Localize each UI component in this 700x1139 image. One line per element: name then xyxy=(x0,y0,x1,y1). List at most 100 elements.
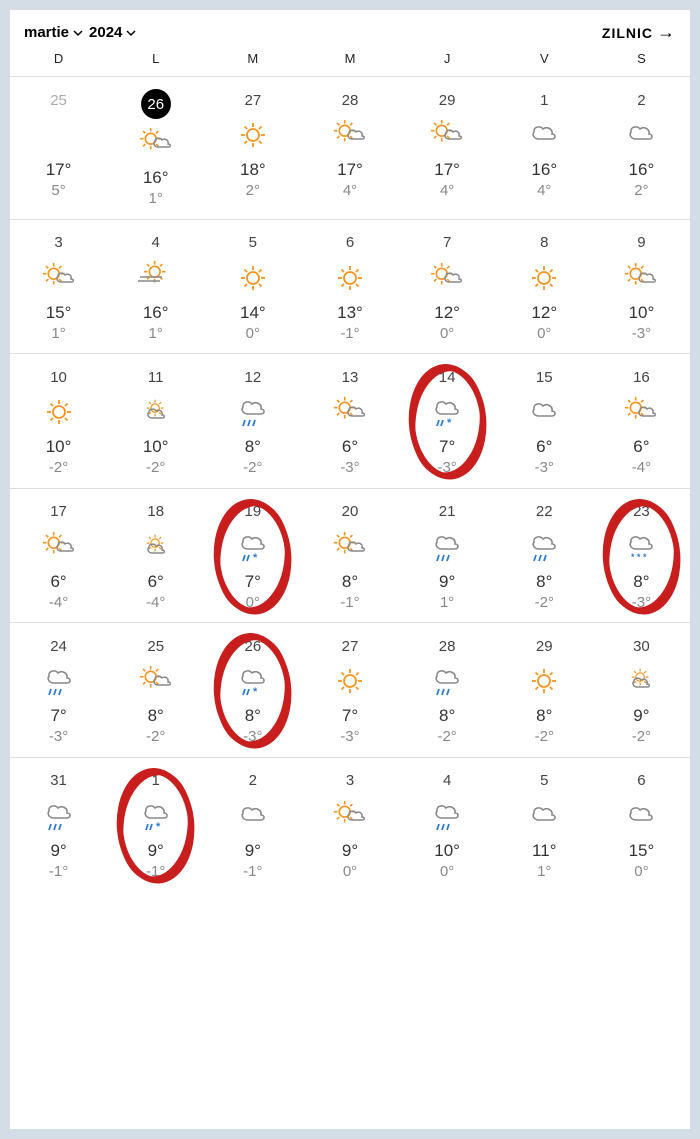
low-temp: 0° xyxy=(401,862,494,882)
temps: 15°0° xyxy=(595,840,688,882)
day-cell[interactable]: 319°-1° xyxy=(10,770,107,882)
high-temp: 17° xyxy=(303,159,396,181)
high-temp: 7° xyxy=(12,705,105,727)
day-cell[interactable]: 1*9°-1° xyxy=(107,770,204,882)
calendar: martie 2024 ZILNIC → DLMMJVS 2517°5°2616… xyxy=(10,10,690,1129)
low-temp: 4° xyxy=(303,181,396,201)
day-cell[interactable]: 166°-4° xyxy=(593,366,690,478)
svg-text:*: * xyxy=(253,552,258,564)
weather-icon xyxy=(303,260,396,296)
day-number: 22 xyxy=(498,501,591,523)
day-cell[interactable]: 39°0° xyxy=(301,770,398,882)
low-temp: -3° xyxy=(595,324,688,344)
day-cell[interactable]: 2718°2° xyxy=(204,89,301,209)
day-cell[interactable]: 298°-2° xyxy=(496,635,593,747)
high-temp: 11° xyxy=(498,840,591,862)
day-cell[interactable]: 410°0° xyxy=(399,770,496,882)
day-cell[interactable]: 14*7°-3° xyxy=(399,366,496,478)
day-cell[interactable]: 29°-1° xyxy=(204,770,301,882)
day-number: 14 xyxy=(401,366,494,388)
day-cell[interactable]: 416°1° xyxy=(107,232,204,344)
svg-text:*: * xyxy=(637,552,641,562)
day-cell[interactable]: 247°-3° xyxy=(10,635,107,747)
high-temp: 8° xyxy=(109,705,202,727)
weather-icon xyxy=(206,117,299,153)
day-cell[interactable]: 2817°4° xyxy=(301,89,398,209)
day-cell[interactable]: 514°0° xyxy=(204,232,301,344)
weather-icon xyxy=(206,798,299,834)
weather-icon xyxy=(109,663,202,699)
day-cell[interactable]: 712°0° xyxy=(399,232,496,344)
temps: 7°-3° xyxy=(12,705,105,747)
week-row: 319°-1°1*9°-1°29°-1°39°0°410°0°511°1°615… xyxy=(10,758,690,892)
weather-icon xyxy=(12,798,105,834)
temps: 6°-3° xyxy=(498,436,591,478)
month-year-selector[interactable]: martie 2024 xyxy=(24,24,140,41)
low-temp: -3° xyxy=(595,593,688,613)
weather-icon xyxy=(206,394,299,430)
day-cell[interactable]: 26*8°-3° xyxy=(204,635,301,747)
day-cell[interactable]: 136°-3° xyxy=(301,366,398,478)
day-cell[interactable]: 186°-4° xyxy=(107,501,204,613)
high-temp: 8° xyxy=(498,705,591,727)
day-cell[interactable]: 1110°-2° xyxy=(107,366,204,478)
day-cell[interactable]: 2917°4° xyxy=(399,89,496,209)
low-temp: 0° xyxy=(595,862,688,882)
weather-icon xyxy=(498,529,591,565)
day-cell[interactable]: 208°-1° xyxy=(301,501,398,613)
weather-icon xyxy=(12,529,105,565)
day-cell[interactable]: 19*7°0° xyxy=(204,501,301,613)
low-temp: 0° xyxy=(206,593,299,613)
day-cell[interactable]: 277°-3° xyxy=(301,635,398,747)
day-cell[interactable]: 128°-2° xyxy=(204,366,301,478)
high-temp: 8° xyxy=(401,705,494,727)
day-cell[interactable]: 2616°1° xyxy=(107,89,204,209)
day-number: 29 xyxy=(401,89,494,111)
day-cell[interactable]: 2517°5° xyxy=(10,89,107,209)
temps: 9°-1° xyxy=(206,840,299,882)
day-number: 3 xyxy=(303,770,396,792)
day-cell[interactable]: 615°0° xyxy=(593,770,690,882)
temps: 16°2° xyxy=(595,159,688,201)
day-cell[interactable]: 315°1° xyxy=(10,232,107,344)
temps: 8°-2° xyxy=(109,705,202,747)
low-temp: -3° xyxy=(401,458,494,478)
day-cell[interactable]: 258°-2° xyxy=(107,635,204,747)
day-number: 23 xyxy=(595,501,688,523)
temps: 6°-4° xyxy=(109,571,202,613)
day-cell[interactable]: 613°-1° xyxy=(301,232,398,344)
day-cell[interactable]: 216°2° xyxy=(593,89,690,209)
day-number: 5 xyxy=(498,770,591,792)
day-number: 8 xyxy=(498,232,591,254)
high-temp: 17° xyxy=(401,159,494,181)
day-cell[interactable]: 228°-2° xyxy=(496,501,593,613)
day-cell[interactable]: 156°-3° xyxy=(496,366,593,478)
day-number: 10 xyxy=(12,366,105,388)
low-temp: -2° xyxy=(206,458,299,478)
day-cell[interactable]: 910°-3° xyxy=(593,232,690,344)
day-cell[interactable]: 1010°-2° xyxy=(10,366,107,478)
day-cell[interactable]: 219°1° xyxy=(399,501,496,613)
temps: 9°-1° xyxy=(109,840,202,882)
high-temp: 18° xyxy=(206,159,299,181)
day-number: 25 xyxy=(12,89,105,111)
weather-icon xyxy=(595,798,688,834)
day-cell[interactable]: 511°1° xyxy=(496,770,593,882)
low-temp: -3° xyxy=(498,458,591,478)
svg-text:*: * xyxy=(156,821,161,833)
zilnic-link[interactable]: ZILNIC → xyxy=(602,22,676,43)
day-cell[interactable]: 23***8°-3° xyxy=(593,501,690,613)
weather-icon xyxy=(109,125,202,161)
day-cell[interactable]: 116°4° xyxy=(496,89,593,209)
low-temp: 4° xyxy=(498,181,591,201)
high-temp: 15° xyxy=(12,302,105,324)
day-cell[interactable]: 288°-2° xyxy=(399,635,496,747)
high-temp: 16° xyxy=(109,302,202,324)
day-number: 26 xyxy=(206,635,299,657)
low-temp: -2° xyxy=(401,727,494,747)
high-temp: 8° xyxy=(498,571,591,593)
day-cell[interactable]: 176°-4° xyxy=(10,501,107,613)
day-cell[interactable]: 309°-2° xyxy=(593,635,690,747)
day-cell[interactable]: 812°0° xyxy=(496,232,593,344)
day-number: 16 xyxy=(595,366,688,388)
